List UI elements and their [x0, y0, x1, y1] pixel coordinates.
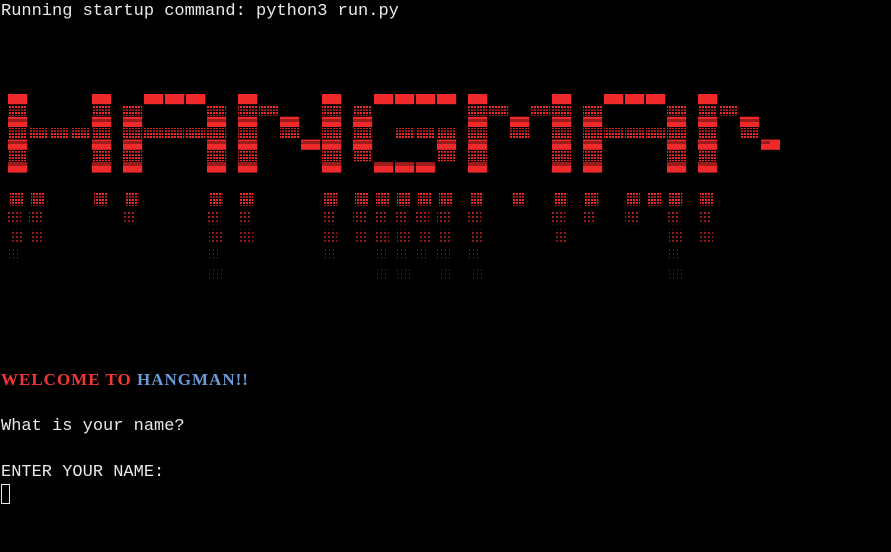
banner-block	[416, 94, 436, 105]
banner-drip	[209, 266, 223, 280]
banner-drip	[437, 211, 451, 225]
banner-block	[165, 94, 185, 105]
banner-drip	[8, 248, 22, 262]
banner-drip	[625, 211, 639, 225]
banner-block	[740, 128, 760, 139]
banner-block	[123, 128, 143, 139]
banner-block	[144, 94, 164, 105]
banner-scanline	[0, 185, 770, 188]
banner-drip	[29, 211, 43, 225]
banner-block	[583, 128, 603, 139]
banner-drip	[238, 211, 252, 225]
banner-block	[667, 128, 687, 139]
banner-drip	[416, 248, 430, 262]
banner-scanline	[0, 163, 770, 166]
banner-drip	[416, 211, 430, 225]
banner-scanline	[0, 229, 770, 232]
hangman-ascii-banner	[0, 94, 780, 280]
name-prompt: ENTER YOUR NAME:	[1, 463, 165, 482]
banner-scanline	[0, 130, 770, 133]
banner-block	[437, 128, 457, 139]
banner-block	[552, 94, 572, 105]
banner-block	[698, 94, 718, 105]
banner-scanline	[0, 218, 770, 221]
banner-block	[186, 94, 206, 105]
banner-block	[646, 128, 666, 139]
banner-drip	[397, 266, 411, 280]
banner-drip	[322, 211, 336, 225]
banner-block	[71, 128, 91, 139]
banner-scanline	[0, 141, 770, 144]
banner-drip	[395, 248, 409, 262]
banner-drip	[439, 266, 453, 280]
banner-scanline	[0, 108, 770, 111]
banner-drip	[395, 211, 409, 225]
banner-drip	[437, 248, 451, 262]
banner-drip	[322, 248, 336, 262]
banner-block	[238, 128, 258, 139]
banner-scanline	[0, 207, 770, 210]
banner-block	[468, 94, 488, 105]
banner-block	[8, 94, 28, 105]
banner-block	[144, 128, 164, 139]
banner-block	[322, 128, 342, 139]
banner-scanline	[0, 119, 770, 122]
banner-drip	[468, 248, 482, 262]
banner-block	[165, 128, 185, 139]
banner-block	[238, 94, 258, 105]
banner-block	[322, 94, 342, 105]
banner-drip	[583, 211, 597, 225]
banner-scanline	[0, 174, 770, 177]
banner-drip	[669, 266, 683, 280]
banner-block	[353, 128, 373, 139]
banner-block	[604, 94, 624, 105]
banner-block	[510, 128, 530, 139]
banner-block	[468, 128, 488, 139]
banner-drip	[468, 211, 482, 225]
banner-block	[625, 94, 645, 105]
banner-drip	[552, 211, 566, 225]
banner-block	[416, 128, 436, 139]
banner-block	[50, 128, 70, 139]
banner-block	[8, 128, 28, 139]
name-question: What is your name?	[1, 417, 185, 436]
welcome-message: WELCOME TO HANGMAN!!	[1, 369, 249, 391]
banner-block	[92, 128, 112, 139]
terminal-window[interactable]: Running startup command: python3 run.py	[0, 0, 891, 552]
welcome-text: WELCOME TO	[1, 370, 132, 389]
banner-block	[29, 128, 49, 139]
banner-drip	[353, 211, 367, 225]
startup-command-line: Running startup command: python3 run.py	[1, 2, 399, 21]
banner-drip	[123, 211, 137, 225]
banner-block	[625, 128, 645, 139]
banner-block	[552, 128, 572, 139]
banner-drip	[207, 248, 221, 262]
banner-block	[92, 94, 112, 105]
banner-block	[207, 128, 227, 139]
banner-block	[604, 128, 624, 139]
banner-block	[698, 128, 718, 139]
banner-drip	[376, 266, 390, 280]
banner-drip	[374, 211, 388, 225]
banner-block	[646, 94, 666, 105]
banner-block	[186, 128, 206, 139]
banner-block	[374, 94, 394, 105]
banner-block	[395, 128, 415, 139]
banner-drip	[470, 266, 484, 280]
banner-drip	[698, 211, 712, 225]
banner-drip	[374, 248, 388, 262]
text-cursor[interactable]	[1, 484, 10, 504]
welcome-hangman-text: HANGMAN!!	[137, 370, 249, 389]
banner-scanline	[0, 152, 770, 155]
banner-drip	[667, 211, 681, 225]
banner-drip	[667, 248, 681, 262]
banner-block	[395, 94, 415, 105]
banner-drip	[8, 211, 22, 225]
banner-block	[437, 94, 457, 105]
banner-drip	[207, 211, 221, 225]
banner-block	[280, 128, 300, 139]
banner-scanline	[0, 196, 770, 199]
